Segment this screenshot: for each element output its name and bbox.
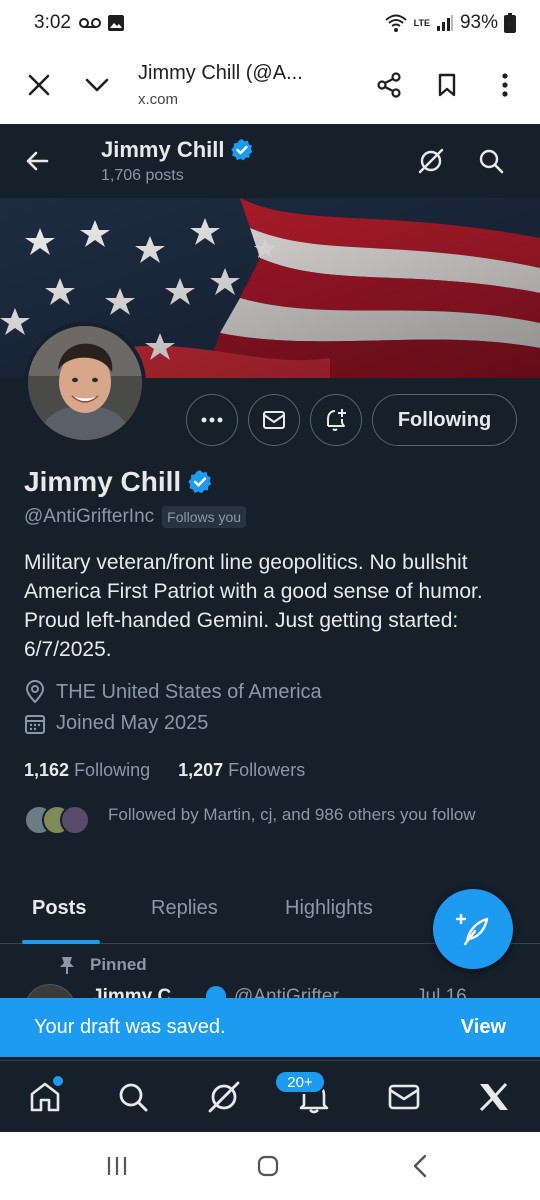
back-system-button[interactable] bbox=[400, 1148, 440, 1184]
profile-joined: Joined May 2025 bbox=[24, 712, 208, 735]
nav-grok[interactable] bbox=[200, 1073, 248, 1121]
search-button[interactable] bbox=[470, 140, 512, 182]
joined-text: Joined May 2025 bbox=[56, 712, 209, 734]
voicemail-icon bbox=[78, 18, 101, 28]
followed-by-link[interactable]: Followed by Martin, cj, and 986 others y… bbox=[24, 803, 488, 835]
tab-posts[interactable]: Posts bbox=[32, 872, 86, 944]
collapse-button[interactable] bbox=[68, 56, 126, 114]
nav-search[interactable] bbox=[109, 1073, 157, 1121]
more-vertical-icon bbox=[502, 73, 508, 97]
home-circle-icon bbox=[257, 1155, 279, 1177]
grok-icon bbox=[208, 1081, 240, 1113]
chevron-down-icon bbox=[85, 78, 109, 92]
followers-you-know-avatars bbox=[24, 805, 94, 835]
more-horizontal-icon bbox=[201, 417, 223, 423]
mail-icon bbox=[263, 411, 285, 429]
following-count-link[interactable]: 1,162 Following bbox=[24, 760, 150, 781]
pinned-label: Pinned bbox=[90, 955, 147, 974]
more-actions-button[interactable] bbox=[186, 394, 238, 446]
following-label: Following bbox=[74, 760, 151, 780]
draft-saved-toast: Your draft was saved. View bbox=[0, 998, 540, 1057]
nav-messages[interactable] bbox=[380, 1073, 428, 1121]
bookmark-icon bbox=[438, 73, 456, 97]
profile-avatar[interactable] bbox=[24, 322, 146, 444]
compose-feather-icon bbox=[455, 913, 489, 946]
system-navigation-bar bbox=[0, 1132, 540, 1200]
toast-message: Your draft was saved. bbox=[34, 1016, 226, 1038]
followed-by-text: Followed by Martin, cj, and 986 others y… bbox=[108, 805, 476, 824]
calendar-icon bbox=[25, 714, 45, 734]
page-info[interactable]: Jimmy Chill (@A... x.com bbox=[138, 62, 360, 108]
profile-name: Jimmy Chill bbox=[24, 466, 182, 497]
avatar-image bbox=[28, 326, 142, 440]
close-button[interactable] bbox=[10, 56, 68, 114]
bookmark-button[interactable] bbox=[418, 56, 476, 114]
home-system-button[interactable] bbox=[248, 1148, 288, 1184]
nav-notifications[interactable]: 20+ bbox=[274, 1070, 338, 1121]
location-pin-icon bbox=[25, 680, 45, 704]
verified-badge-icon bbox=[188, 470, 212, 494]
messages-icon bbox=[388, 1084, 420, 1110]
network-label: LTE bbox=[413, 17, 430, 28]
close-icon bbox=[28, 74, 50, 96]
nav-x-premium[interactable] bbox=[470, 1073, 518, 1121]
image-icon bbox=[107, 15, 124, 31]
followers-count: 1,207 bbox=[178, 760, 224, 780]
profile-bio: Military veteran/front line geopolitics.… bbox=[24, 551, 483, 661]
back-button[interactable] bbox=[0, 124, 74, 198]
recent-apps-icon bbox=[107, 1157, 127, 1175]
mutual-avatar bbox=[60, 805, 90, 835]
recent-apps-button[interactable] bbox=[97, 1148, 137, 1184]
pin-icon bbox=[60, 957, 74, 974]
profile-header-bar: Jimmy Chill 1,706 posts bbox=[0, 124, 540, 198]
tab-highlights[interactable]: Highlights bbox=[285, 872, 373, 944]
battery-percent: 93% bbox=[459, 12, 498, 33]
compose-post-button[interactable] bbox=[433, 889, 513, 969]
active-tab-indicator bbox=[22, 940, 100, 944]
signal-icon bbox=[436, 15, 453, 31]
followers-count-link[interactable]: 1,207 Followers bbox=[178, 760, 305, 781]
search-icon bbox=[119, 1083, 148, 1112]
wifi-icon bbox=[384, 14, 407, 32]
x-logo-icon bbox=[479, 1082, 508, 1112]
battery-icon bbox=[504, 13, 516, 33]
bell-plus-icon bbox=[327, 409, 346, 431]
page-url: x.com bbox=[138, 91, 179, 108]
share-icon bbox=[377, 72, 401, 98]
chevron-left-icon bbox=[413, 1154, 427, 1178]
tab-replies[interactable]: Replies bbox=[151, 872, 218, 944]
header-post-count: 1,706 posts bbox=[101, 167, 184, 184]
profile-handle: @AntiGrifterInc bbox=[24, 506, 155, 527]
search-icon bbox=[479, 149, 504, 174]
following-count: 1,162 bbox=[24, 760, 70, 780]
arrow-left-icon bbox=[26, 151, 49, 171]
follows-you-badge: Follows you bbox=[162, 506, 247, 528]
share-button[interactable] bbox=[360, 56, 418, 114]
toast-view-button[interactable]: View bbox=[461, 1016, 506, 1039]
page-title: Jimmy Chill (@A... bbox=[138, 62, 303, 84]
bottom-navigation: 20+ bbox=[0, 1060, 540, 1132]
grok-icon bbox=[418, 148, 444, 174]
pinned-indicator: Pinned bbox=[58, 955, 147, 975]
notifications-badge: 20+ bbox=[274, 1070, 326, 1094]
verified-badge-icon bbox=[231, 139, 253, 161]
message-button[interactable] bbox=[248, 394, 300, 446]
header-name: Jimmy Chill bbox=[101, 137, 225, 162]
home-unread-dot bbox=[53, 1076, 63, 1086]
location-text: THE United States of America bbox=[56, 680, 322, 703]
following-button[interactable]: Following bbox=[372, 394, 517, 446]
more-options-button[interactable] bbox=[476, 56, 534, 114]
status-time: 3:02 bbox=[34, 12, 71, 33]
browser-toolbar: Jimmy Chill (@A... x.com bbox=[0, 46, 540, 124]
notify-button[interactable] bbox=[310, 394, 362, 446]
followers-label: Followers bbox=[228, 760, 306, 780]
grok-button[interactable] bbox=[410, 140, 452, 182]
nav-home[interactable] bbox=[21, 1073, 69, 1121]
status-bar: 3:02 LTE 93% bbox=[0, 0, 540, 46]
profile-location: THE United States of America bbox=[24, 680, 322, 704]
